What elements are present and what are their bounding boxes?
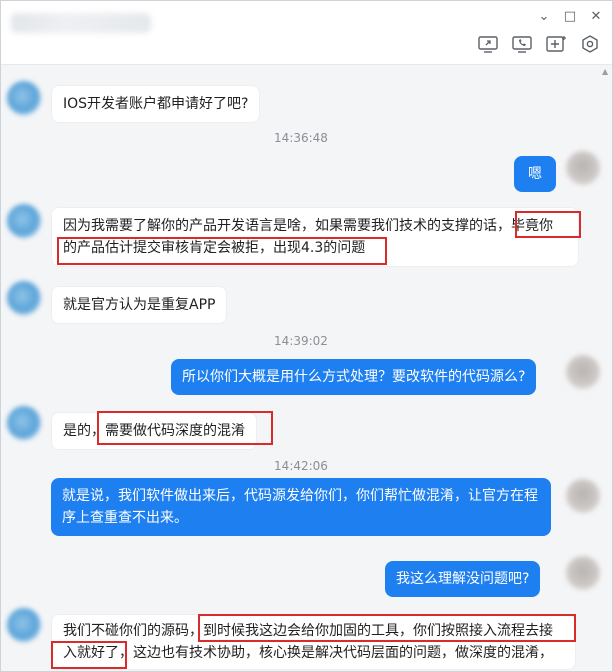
message-text: 是的，	[63, 423, 105, 439]
message-text: 我们不碰你们的源码，	[63, 623, 203, 639]
avatar	[7, 406, 41, 440]
avatar	[7, 81, 41, 115]
highlighted-text: 需要做代码深度的混淆	[105, 423, 245, 439]
message-bubble-incoming: 是的，需要做代码深度的混淆	[51, 412, 257, 450]
highlighted-text: 到时候我这边会给你加固的工具，你们按照接入流程去接	[203, 623, 553, 639]
message-text: ，这边也有技术协助，核心换是解决代码层面的问题，做深度的混淆，	[119, 645, 553, 661]
message-bubble-incoming: 因为我需要了解你的产品开发语言是啥，如果需要我们技术的支撑的话，毕竟你 的产品估…	[51, 207, 579, 267]
highlighted-text: 入就好了	[63, 645, 119, 661]
avatar	[566, 355, 600, 389]
message-bubble-incoming: 就是官方认为是重复APP	[51, 286, 228, 324]
title-bar: ⌄ □ ✕	[1, 1, 612, 65]
close-button[interactable]: ✕	[588, 9, 604, 25]
message-bubble-outgoing: 我这么理解没问题吧?	[385, 561, 541, 597]
avatar	[7, 204, 41, 238]
message-text: 因为我需要了解你的产品开发语言是啥，如果需要我们技术的支撑的话，	[63, 218, 511, 234]
maximize-button[interactable]: □	[562, 9, 578, 25]
settings-hex-icon[interactable]	[579, 34, 601, 54]
highlighted-text: 毕竟你	[511, 218, 553, 234]
avatar	[7, 608, 41, 642]
scrollbar[interactable]: ▲	[602, 67, 610, 671]
message-bubble-incoming: 我们不碰你们的源码，到时候我这边会给你加固的工具，你们按照接入流程去接 入就好了…	[51, 614, 576, 670]
avatar	[566, 479, 600, 513]
timestamp: 14:36:48	[274, 131, 328, 145]
avatar	[566, 151, 600, 185]
timestamp: 14:39:02	[274, 334, 328, 348]
screen-share-icon[interactable]	[477, 34, 499, 54]
message-bubble-incoming: IOS开发者账户都申请好了吧?	[51, 85, 261, 123]
message-bubble-outgoing: 所以你们大概是用什么方式处理？要改软件的代码源么?	[171, 359, 537, 395]
add-member-icon[interactable]	[545, 34, 567, 54]
message-bubble-outgoing: 就是说，我们软件做出来后，代码源发给你们，你们帮忙做混淆，让官方在程序上查重查不…	[51, 478, 551, 536]
contact-name-blurred	[11, 13, 151, 33]
minimize-button[interactable]: ⌄	[536, 9, 552, 25]
phone-icon[interactable]	[511, 34, 533, 54]
scroll-up-arrow-icon[interactable]: ▲	[602, 67, 608, 76]
highlighted-text: 的产品估计提交审核肯定会被拒，出现4.3的问题	[63, 240, 366, 256]
timestamp: 14:42:06	[274, 459, 328, 473]
avatar	[566, 556, 600, 590]
message-bubble-outgoing: 嗯	[514, 156, 556, 192]
chat-window: ⌄ □ ✕ ▲ IOS开发者账户都申请好了吧? 14:36:48 嗯 因为我需要…	[0, 0, 613, 672]
avatar	[7, 281, 41, 315]
